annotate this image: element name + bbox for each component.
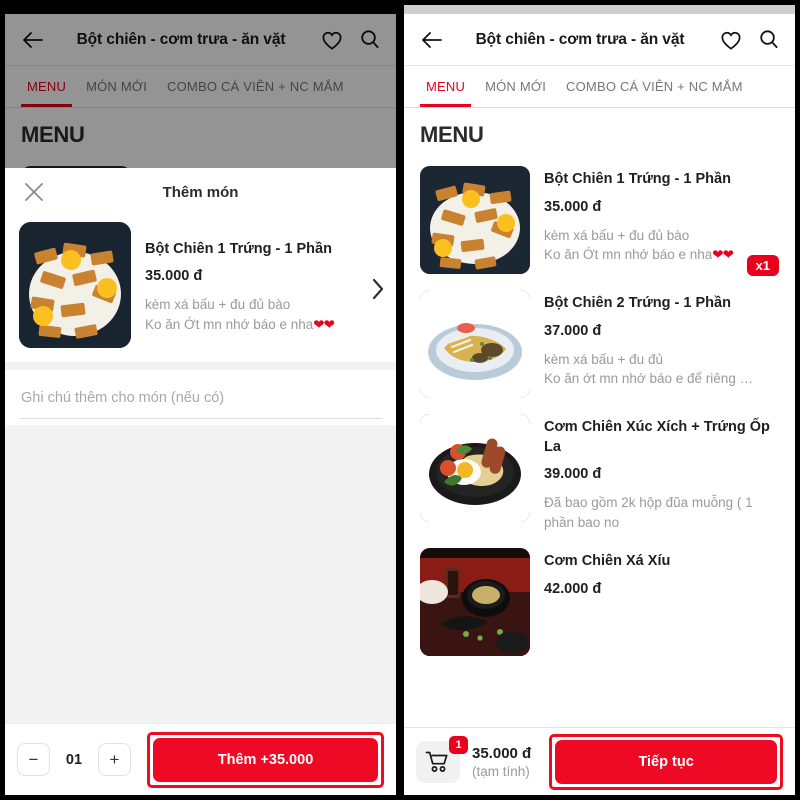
cart-total-amount: 35.000 đ	[472, 744, 532, 762]
quantity-value: 01	[65, 751, 83, 768]
chevron-right-icon[interactable]	[370, 276, 386, 302]
list-item-body: Cơm Chiên Xá Xíu 42.000 đ	[544, 548, 779, 597]
cart-bottom-bar: 1 35.000 đ (tạm tính) Tiếp tục	[404, 727, 795, 795]
item-price: 37.000 đ	[544, 322, 602, 339]
desc-line-2: phần bao no	[544, 514, 620, 530]
continue-button[interactable]: Tiếp tục	[555, 739, 777, 784]
cart-button[interactable]: 1	[416, 735, 468, 783]
tab-label: COMBO CÁ VIÊN + NC MẮM	[566, 79, 743, 94]
note-section	[5, 370, 396, 425]
list-item-body: Cơm Chiên Xúc Xích + Trứng Ốp La 39.000 …	[544, 414, 779, 532]
sheet-header: Thêm món	[5, 168, 396, 216]
desc-line-1: Đã bao gồm 2k hộp đũa muỗng ( 1	[544, 495, 753, 511]
heart-outline-icon[interactable]	[720, 30, 742, 50]
note-input[interactable]	[19, 386, 382, 419]
item-name: Cơm Chiên Xúc Xích + Trứng Ốp La	[544, 419, 770, 455]
status-badge: x1	[746, 255, 779, 276]
add-to-cart-button[interactable]: Thêm +35.000	[153, 737, 378, 782]
cart-summary: 35.000 đ (tạm tính)	[472, 745, 531, 779]
list-item[interactable]: Bột Chiên 1 Trứng - 1 Phần 35.000 đ kèm …	[404, 158, 795, 282]
item-price: 39.000 đ	[544, 466, 602, 483]
item-price: 42.000 đ	[544, 580, 602, 597]
sheet-footer: − 01 + Thêm +35.000	[5, 723, 396, 795]
list-item[interactable]: Cơm Chiên Xá Xíu 42.000 đ	[404, 540, 795, 664]
bot-chien-trung-photo	[19, 222, 131, 348]
back-arrow-icon[interactable]	[420, 30, 448, 50]
heart-emoji: ❤❤	[712, 247, 734, 263]
item-name: Bột Chiên 1 Trứng - 1 Phần	[145, 240, 332, 257]
right-phone-panel: Bột chiên - cơm trưa - ăn vặt MENU MÓN M…	[400, 0, 800, 800]
quantity-increase-button[interactable]: +	[98, 743, 131, 776]
page-title: Bột chiên - cơm trưa - ăn vặt	[475, 30, 685, 48]
item-name: Cơm Chiên Xá Xíu	[544, 553, 671, 570]
com-chien-xuc-xich-photo	[420, 414, 530, 522]
desc-line-2: Ko ăn Ớt mn nhớ báo e nha	[544, 247, 713, 263]
category-tabs: MENU MÓN MỚI COMBO CÁ VIÊN + NC MẮM	[404, 66, 795, 108]
tab-combo[interactable]: COMBO CÁ VIÊN + NC MẮM	[556, 66, 753, 107]
sheet-title: Thêm món	[162, 183, 239, 201]
tab-menu[interactable]: MENU	[416, 66, 475, 107]
desc-line-1: kèm xá bấu + đu đủ bào	[544, 227, 690, 243]
com-chien-xa-xiu-photo	[420, 548, 530, 657]
sheet-empty-space	[5, 425, 396, 723]
status-bar-right	[404, 5, 795, 14]
quantity-stepper: − 01 +	[17, 743, 131, 776]
item-name: Bột Chiên 2 Trứng - 1 Phần	[544, 295, 731, 311]
list-item-body: Bột Chiên 2 Trứng - 1 Phần 37.000 đ kèm …	[544, 290, 779, 389]
search-icon[interactable]	[758, 29, 779, 50]
cart-total-caption: (tạm tính)	[472, 763, 530, 779]
item-description: kèm xá bấu + đu đủ Ko ăn ớt mn nhớ báo e …	[544, 350, 779, 389]
bot-chien-2-trung-photo	[420, 290, 530, 398]
list-item[interactable]: Cơm Chiên Xúc Xích + Trứng Ốp La 39.000 …	[404, 406, 795, 540]
add-button-highlight: Thêm +35.000	[147, 731, 384, 788]
bot-chien-trung-photo	[420, 166, 530, 274]
desc-line-2: Ko ăn Ớt mn nhớ báo e nha	[145, 316, 314, 332]
desc-line-2: Ko ăn ớt mn nhớ báo e để riêng …	[544, 371, 754, 387]
item-price: 35.000 đ	[145, 268, 203, 285]
list-item[interactable]: Bột Chiên 2 Trứng - 1 Phần 37.000 đ kèm …	[404, 282, 795, 406]
menu-list: Bột Chiên 1 Trứng - 1 Phần 35.000 đ kèm …	[404, 158, 795, 665]
add-item-sheet: Thêm món Bột Chiên 1 Trứng - 1 Phần 35.0…	[5, 168, 396, 795]
sheet-item-row[interactable]: Bột Chiên 1 Trứng - 1 Phần 35.000 đ kèm …	[5, 216, 396, 362]
tab-label: MENU	[426, 79, 466, 94]
app-bar: Bột chiên - cơm trưa - ăn vặt	[404, 14, 795, 66]
tab-mon-moi[interactable]: MÓN MỚI	[475, 66, 556, 107]
section-title-menu: MENU	[420, 122, 484, 147]
item-description: Đã bao gồm 2k hộp đũa muỗng ( 1 phần bao …	[544, 493, 779, 532]
item-price: 35.000 đ	[544, 198, 602, 215]
desc-line-1: kèm xá bấu + đu đủ	[544, 351, 663, 367]
cart-count-badge: 1	[449, 735, 468, 754]
sheet-item-body: Bột Chiên 1 Trứng - 1 Phần 35.000 đ kèm …	[145, 236, 382, 335]
item-description: kèm xá bấu + đu đủ bào Ko ăn Ớt mn nhớ bá…	[544, 226, 779, 265]
list-item-body: Bột Chiên 1 Trứng - 1 Phần 35.000 đ kèm …	[544, 166, 779, 265]
heart-emoji: ❤❤	[313, 316, 335, 332]
continue-button-highlight: Tiếp tục	[549, 733, 783, 790]
item-name: Bột Chiên 1 Trứng - 1 Phần	[544, 171, 731, 187]
screenshot-stage: Bột chiên - cơm trưa - ăn vặt MENU MÓN M…	[0, 0, 800, 800]
quantity-decrease-button[interactable]: −	[17, 743, 50, 776]
desc-line-1: kèm xá bấu + đu đủ bào	[145, 297, 291, 313]
app-bar-actions	[712, 29, 779, 50]
item-description: kèm xá bấu + đu đủ bào Ko ăn Ớt mn nhớ bá…	[145, 295, 382, 334]
tab-label: MÓN MỚI	[485, 79, 547, 94]
left-phone-panel: Bột chiên - cơm trưa - ăn vặt MENU MÓN M…	[0, 0, 400, 800]
